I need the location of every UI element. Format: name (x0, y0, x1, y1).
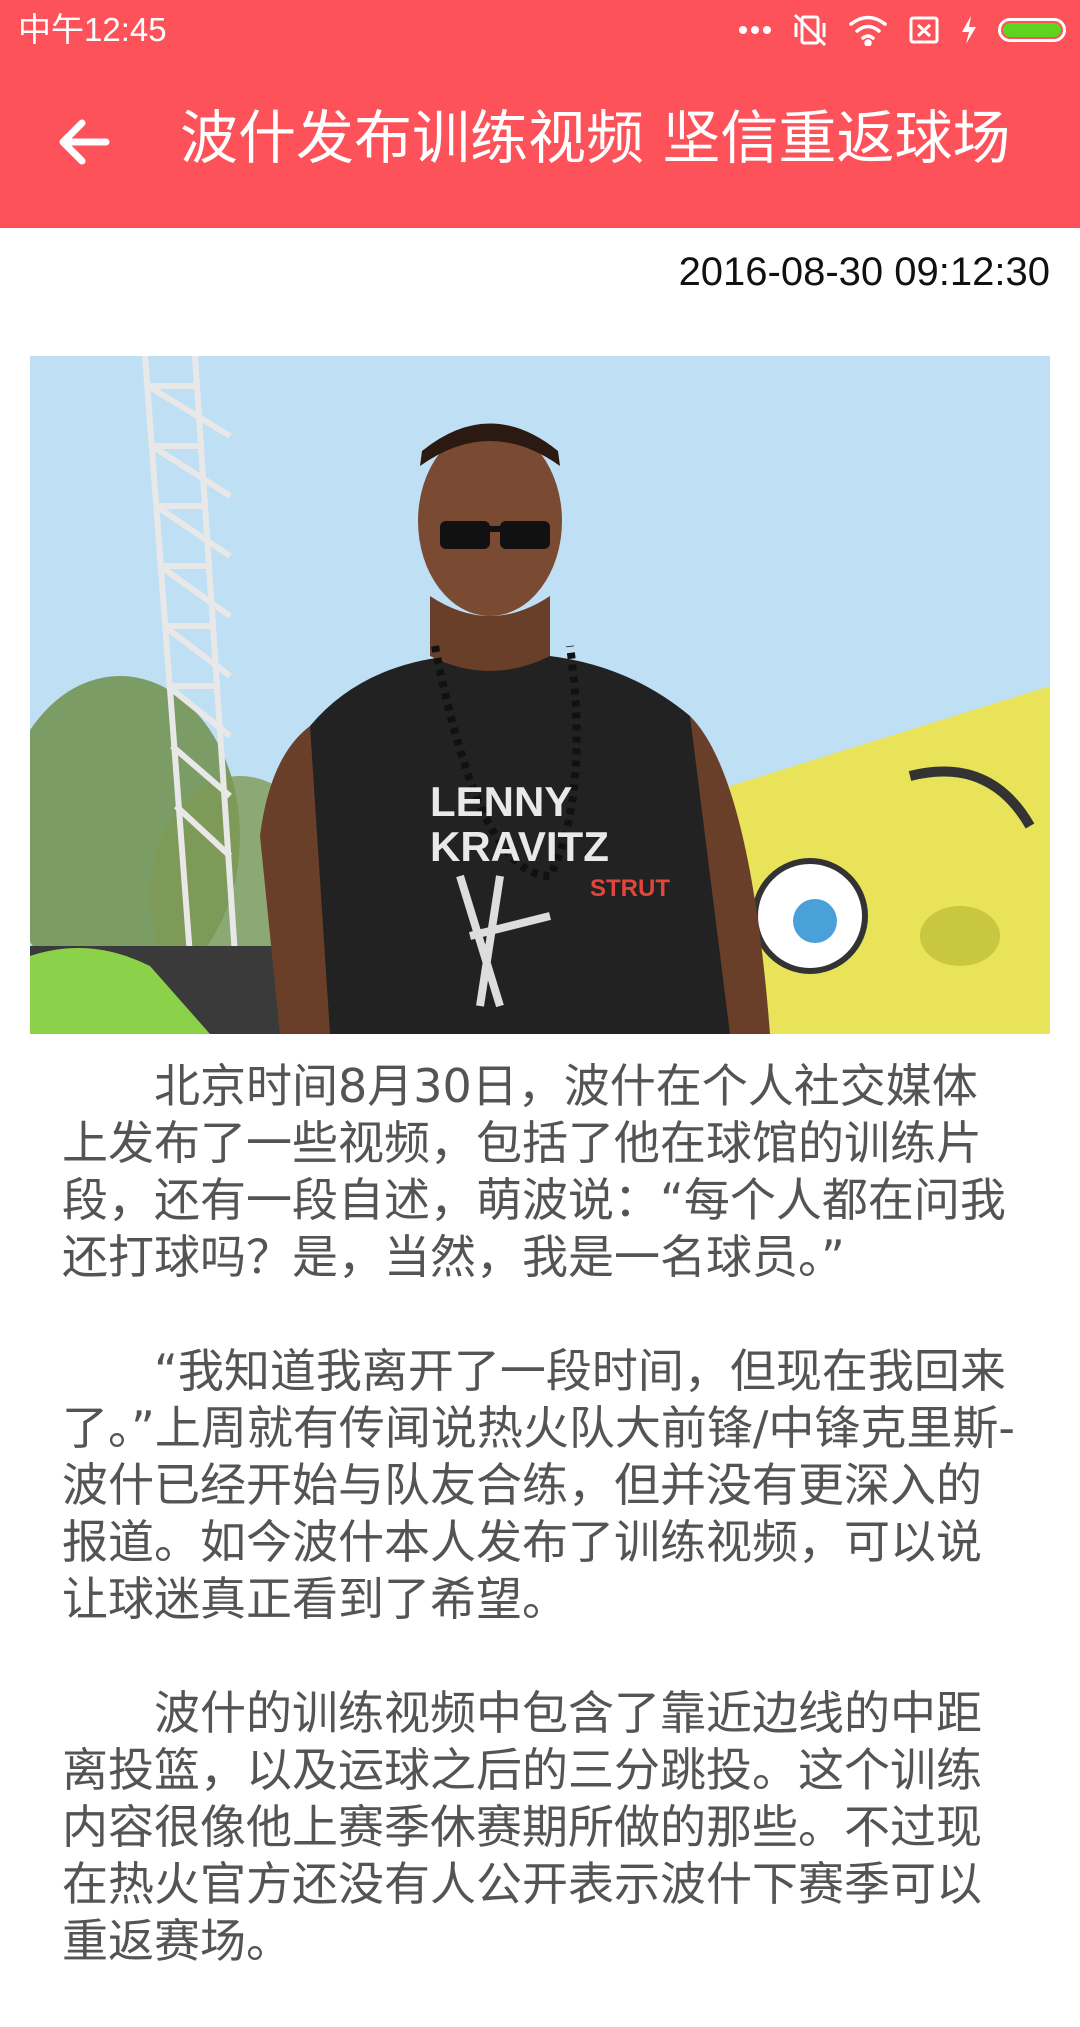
arrow-left-icon (58, 118, 110, 170)
article-paragraph: “我知道我离开了一段时间，但现在我回来了。”上周就有传闻说热火队大前锋/中锋克里… (62, 1344, 1015, 1626)
page-title: 波什发布训练视频 坚信重返球场 (180, 104, 1011, 172)
charging-bolt-icon (960, 15, 978, 45)
article-photo: LENNY KRAVITZ STRUT (30, 356, 1050, 1034)
toolbar: 波什发布训练视频 坚信重返球场 (0, 60, 1080, 228)
article-timestamp: 2016-08-30 09:12:30 (678, 250, 1050, 294)
wifi-icon (848, 14, 888, 46)
status-time: 中午12:45 (18, 11, 167, 48)
svg-text:STRUT: STRUT (590, 875, 670, 902)
more-dots-icon (738, 25, 772, 35)
vibrate-off-icon (792, 12, 828, 48)
battery-level (1003, 23, 1061, 37)
svg-text:KRAVITZ: KRAVITZ (430, 823, 609, 870)
article-body: 北京时间8月30日，波什在个人社交媒体上发布了一些视频，包括了他在球馆的训练片段… (62, 1058, 1022, 2027)
article-paragraph: 北京时间8月30日，波什在个人社交媒体上发布了一些视频，包括了他在球馆的训练片段… (62, 1059, 1006, 1284)
status-bar: 中午12:45 (0, 0, 1080, 60)
svg-text:LENNY: LENNY (430, 778, 572, 825)
sim-off-icon (908, 14, 940, 46)
article-paragraph: 波什的训练视频中包含了靠近边线的中距离投篮，以及运球之后的三分跳投。这个训练内容… (62, 1686, 982, 1968)
status-icons (738, 0, 1066, 60)
back-button[interactable] (44, 104, 124, 184)
battery-icon (998, 18, 1066, 42)
